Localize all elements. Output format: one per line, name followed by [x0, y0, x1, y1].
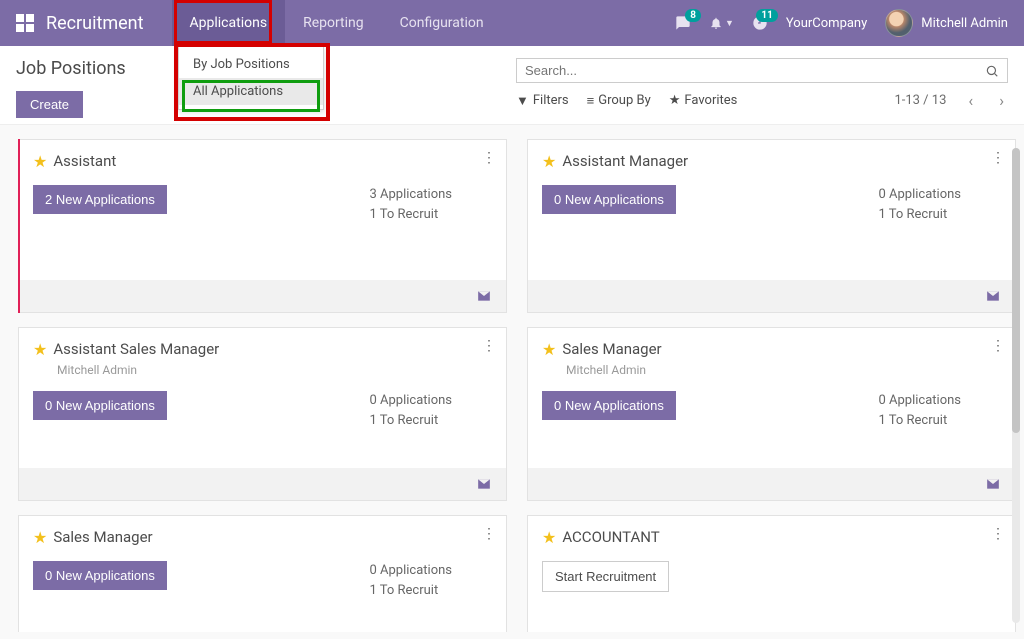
job-card[interactable]: ★ Assistant 2 New Applications 3 Applicatio… — [18, 139, 507, 313]
menu-applications[interactable]: Applications — [172, 0, 286, 46]
create-button[interactable]: Create — [16, 91, 83, 118]
star-icon: ★ — [669, 93, 681, 108]
job-title: Assistant Manager — [562, 152, 688, 170]
search-input[interactable] — [525, 63, 985, 78]
filter-icon: ▼ — [516, 93, 529, 109]
job-title: Sales Manager — [53, 528, 152, 546]
menu-reporting[interactable]: Reporting — [285, 0, 382, 46]
kebab-icon[interactable]: ⋮ — [482, 150, 496, 166]
applications-button[interactable]: 0 New Applications — [542, 391, 676, 420]
job-stats: 0 Applications1 To Recruit — [878, 391, 1001, 430]
kanban-view: ★ Assistant 2 New Applications 3 Applicatio… — [0, 125, 1024, 632]
avatar — [885, 9, 913, 37]
search-box[interactable] — [516, 58, 1008, 83]
kebab-icon[interactable]: ⋮ — [482, 338, 496, 354]
job-manager: Mitchell Admin — [57, 363, 492, 377]
pager-prev[interactable]: ‹ — [964, 91, 977, 110]
job-stats: 0 Applications1 To Recruit — [369, 391, 492, 430]
applications-dropdown: By Job Positions All Applications — [178, 46, 324, 110]
job-manager: Mitchell Admin — [566, 363, 1001, 377]
scrollbar[interactable] — [1012, 148, 1020, 623]
job-stats: 0 Applications1 To Recruit — [878, 185, 1001, 224]
dropdown-by-job-positions[interactable]: By Job Positions — [179, 51, 323, 78]
kebab-icon[interactable]: ⋮ — [991, 150, 1005, 166]
mail-icon[interactable] — [476, 477, 492, 491]
scrollbar-thumb[interactable] — [1012, 148, 1020, 433]
star-icon[interactable]: ★ — [33, 340, 47, 359]
kebab-icon[interactable]: ⋮ — [991, 526, 1005, 542]
search-toolbar: ▼Filters ≡Group By ★Favorites 1-13 / 13 … — [516, 91, 1008, 110]
job-card[interactable]: ★ Sales Manager 0 New Applications 0 Applic… — [18, 515, 507, 632]
control-panel: Job Positions Create ▼Filters ≡Group By … — [0, 46, 1024, 125]
main-menu: Applications Reporting Configuration — [172, 0, 502, 46]
pager-next[interactable]: › — [995, 91, 1008, 110]
job-card[interactable]: ★ Assistant Sales Manager Mitchell Admin 0 … — [18, 327, 507, 501]
activities-icon[interactable]: 11 — [752, 15, 768, 31]
star-icon[interactable]: ★ — [542, 340, 556, 359]
app-brand[interactable]: Recruitment — [46, 13, 144, 34]
messages-icon[interactable]: 8 — [675, 15, 691, 31]
menu-configuration[interactable]: Configuration — [382, 0, 502, 46]
job-title: ACCOUNTANT — [562, 528, 659, 546]
job-title: Assistant Sales Manager — [53, 340, 219, 358]
list-icon: ≡ — [587, 93, 595, 109]
company-switcher[interactable]: YourCompany — [786, 16, 867, 31]
job-stats: 3 Applications1 To Recruit — [369, 185, 492, 224]
mail-icon[interactable] — [476, 289, 492, 303]
pager: 1-13 / 13 — [894, 93, 946, 108]
star-icon[interactable]: ★ — [542, 152, 556, 171]
job-title: Assistant — [53, 152, 116, 170]
applications-button[interactable]: 0 New Applications — [542, 185, 676, 214]
user-menu[interactable]: Mitchell Admin — [885, 9, 1008, 37]
applications-button[interactable]: Start Recruitment — [542, 561, 669, 592]
applications-button[interactable]: 0 New Applications — [33, 391, 167, 420]
mail-icon[interactable] — [985, 289, 1001, 303]
applications-button[interactable]: 2 New Applications — [33, 185, 167, 214]
kebab-icon[interactable]: ⋮ — [482, 526, 496, 542]
star-icon[interactable]: ★ — [33, 152, 47, 171]
groupby-button[interactable]: ≡Group By — [587, 93, 651, 109]
job-card[interactable]: ★ Sales Manager Mitchell Admin 0 New Applic… — [527, 327, 1016, 501]
activities-badge: 11 — [756, 9, 777, 22]
top-nav: Recruitment Applications Reporting Confi… — [0, 0, 1024, 46]
caret-down-icon: ▼ — [725, 18, 734, 29]
filters-button[interactable]: ▼Filters — [516, 93, 569, 109]
notifications-icon[interactable]: ▼ — [709, 16, 734, 30]
messages-badge: 8 — [685, 9, 701, 22]
job-stats: 0 Applications1 To Recruit — [369, 561, 492, 600]
kebab-icon[interactable]: ⋮ — [991, 338, 1005, 354]
mail-icon[interactable] — [985, 477, 1001, 491]
user-name: Mitchell Admin — [921, 16, 1008, 31]
apps-icon[interactable] — [16, 14, 34, 32]
dropdown-all-applications[interactable]: All Applications — [179, 78, 323, 105]
job-title: Sales Manager — [562, 340, 661, 358]
job-card[interactable]: ★ ACCOUNTANT Start Recruitment ⋮ — [527, 515, 1016, 632]
applications-button[interactable]: 0 New Applications — [33, 561, 167, 590]
systray: 8 ▼ 11 YourCompany Mitchell Admin — [675, 9, 1008, 37]
favorites-button[interactable]: ★Favorites — [669, 93, 738, 108]
search-icon[interactable] — [985, 64, 999, 78]
star-icon[interactable]: ★ — [33, 528, 47, 547]
star-icon[interactable]: ★ — [542, 528, 556, 547]
job-card[interactable]: ★ Assistant Manager 0 New Applications 0 Ap… — [527, 139, 1016, 313]
